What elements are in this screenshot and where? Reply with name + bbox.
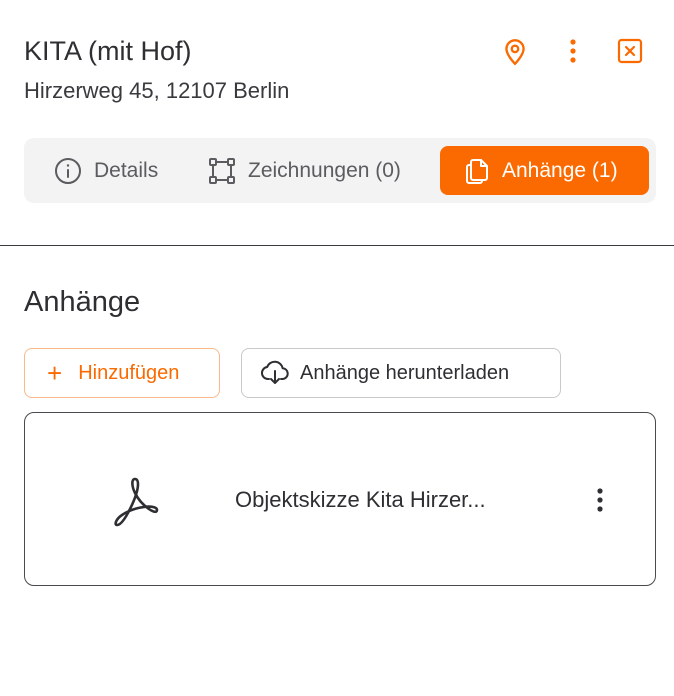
detail-header: KITA (mit Hof) Hirzerweg 45, 12107 Berli… [0, 0, 674, 246]
cloud-download-icon [260, 359, 290, 387]
download-button-label: Anhänge herunterladen [300, 361, 510, 384]
plus-icon: + [47, 358, 63, 388]
info-circle-icon [54, 157, 82, 185]
section-title: Anhänge [24, 286, 141, 318]
page-title: KITA (mit Hof) [24, 36, 192, 66]
close-box-icon[interactable] [613, 34, 647, 68]
pdf-icon [107, 475, 159, 527]
download-attachments-button[interactable]: Anhänge herunterladen [241, 348, 561, 398]
attachment-more-icon[interactable] [585, 483, 615, 517]
vector-square-icon [208, 157, 236, 185]
tab-bar: Details Zeichnungen (0) Anhänge (1) [24, 138, 656, 203]
attachment-name: Objektskizze Kita Hirzer... [235, 487, 486, 512]
tab-label: Anhänge (1) [502, 158, 618, 182]
map-pin-icon[interactable] [498, 34, 532, 68]
address-text: Hirzerweg 45, 12107 Berlin [24, 78, 290, 103]
tab-label: Details [94, 158, 159, 182]
tab-details[interactable]: Details [32, 146, 192, 195]
tab-label: Zeichnungen (0) [248, 158, 401, 182]
divider [0, 245, 674, 246]
tab-attachments[interactable]: Anhänge (1) [440, 146, 649, 195]
files-icon [464, 157, 490, 185]
attachment-card[interactable]: Objektskizze Kita Hirzer... [24, 412, 656, 586]
more-vertical-icon[interactable] [556, 34, 590, 68]
add-attachment-button[interactable]: + Hinzufügen [24, 348, 220, 398]
tab-drawings[interactable]: Zeichnungen (0) [192, 146, 438, 195]
add-button-label: Hinzufügen [78, 361, 180, 384]
